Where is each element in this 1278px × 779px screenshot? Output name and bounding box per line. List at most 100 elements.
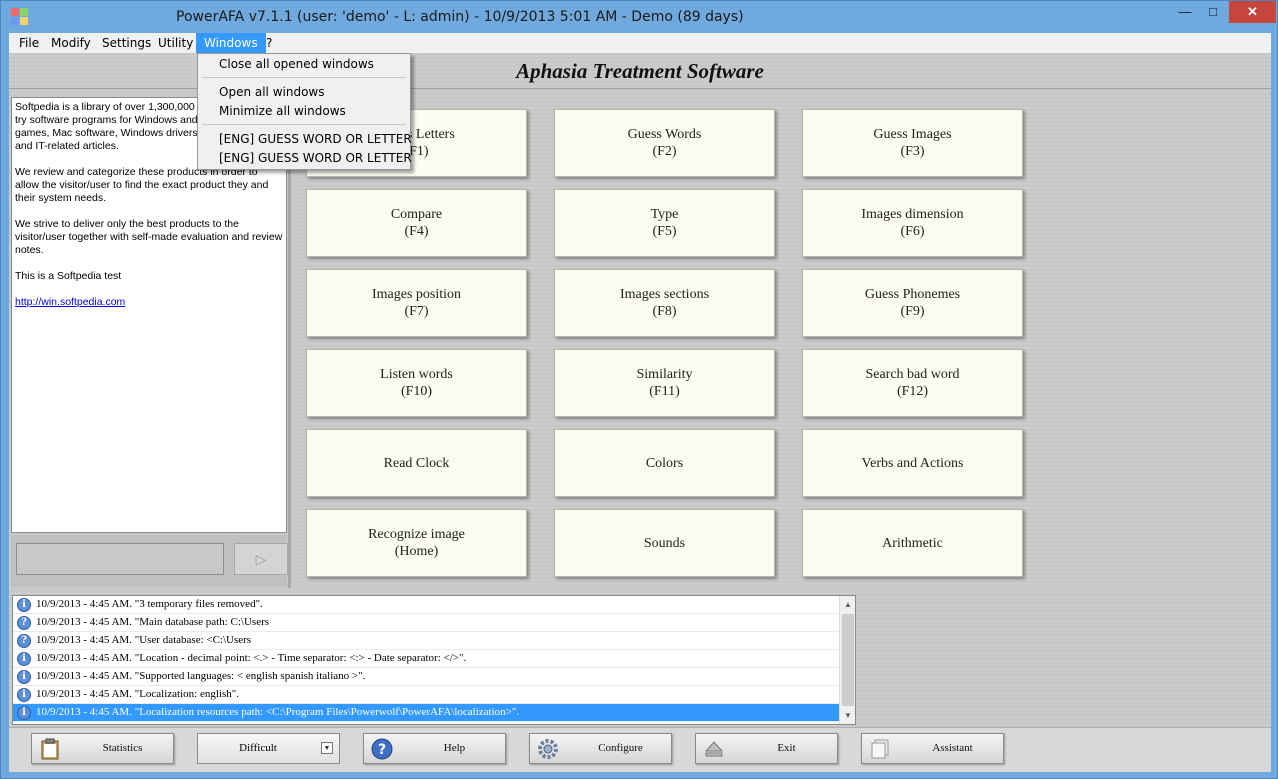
exercise-name: Guess Images bbox=[873, 127, 952, 142]
menu-separator bbox=[202, 77, 406, 78]
configure-button[interactable]: Configure bbox=[529, 733, 672, 764]
assistant-button[interactable]: Assistant bbox=[861, 733, 1004, 764]
exercise-shortcut: (F2) bbox=[652, 144, 677, 159]
assistant-label: Assistant bbox=[932, 742, 973, 754]
log-list[interactable]: i 10/9/2013 - 4:45 AM. "3 temporary files… bbox=[12, 595, 856, 725]
exercise-button[interactable]: Read Clock bbox=[306, 429, 527, 497]
exercise-name: Similarity bbox=[636, 367, 693, 382]
maximize-button[interactable]: □ bbox=[1199, 1, 1227, 23]
menu-open-all-windows[interactable]: Open all windows bbox=[219, 83, 324, 101]
scroll-thumb[interactable] bbox=[842, 614, 854, 706]
log-row[interactable]: i 10/9/2013 - 4:45 AM. "Location - decima… bbox=[13, 650, 839, 668]
exercise-button[interactable]: Images dimension (F6) bbox=[802, 189, 1023, 257]
exercise-shortcut: (F6) bbox=[900, 224, 925, 239]
menu-bar: File Modify Settings Utility Windows ? bbox=[9, 33, 1271, 53]
log-row[interactable]: ? 10/9/2013 - 4:45 AM. "Main database pat… bbox=[13, 614, 839, 632]
log-row[interactable]: i 10/9/2013 - 4:45 AM. "Localization: eng… bbox=[13, 686, 839, 704]
softpedia-link[interactable]: http://win.softpedia.com bbox=[15, 296, 125, 308]
scroll-down-icon[interactable]: ▼ bbox=[840, 707, 855, 724]
svg-text:?: ? bbox=[378, 742, 386, 758]
exercise-button[interactable]: Recognize image (Home) bbox=[306, 509, 527, 577]
exercise-button[interactable]: Arithmetic bbox=[802, 509, 1023, 577]
log-scrollbar[interactable]: ▲ ▼ bbox=[839, 596, 855, 724]
exercise-button[interactable]: Listen words (F10) bbox=[306, 349, 527, 417]
exercise-button[interactable]: Colors bbox=[554, 429, 775, 497]
exercise-button[interactable]: Guess Words (F2) bbox=[554, 109, 775, 177]
info-icon: i bbox=[17, 706, 31, 720]
menu-modify[interactable]: Modify bbox=[43, 33, 99, 53]
question-icon: ? bbox=[17, 616, 31, 630]
exercise-button[interactable]: Sounds bbox=[554, 509, 775, 577]
help-icon: ? bbox=[371, 738, 393, 760]
statistics-label: Statistics bbox=[102, 742, 143, 754]
exercise-name: Images dimension bbox=[861, 207, 964, 222]
log-text: 10/9/2013 - 4:45 AM. "Location - decimal… bbox=[36, 652, 467, 664]
menu-window-entry[interactable]: [ENG] GUESS WORD OR LETTER bbox=[219, 149, 412, 167]
exercise-button[interactable]: Images sections (F8) bbox=[554, 269, 775, 337]
log-row[interactable]: ? 10/9/2013 - 4:45 AM. "User database: <C… bbox=[13, 632, 839, 650]
window-title: PowerAFA v7.1.1 (user: 'demo' - L: admin… bbox=[176, 9, 744, 25]
log-row[interactable]: i 10/9/2013 - 4:45 AM. "3 temporary files… bbox=[13, 596, 839, 614]
menu-utility[interactable]: Utility bbox=[150, 33, 201, 53]
exercise-shortcut: (F3) bbox=[900, 144, 925, 159]
exercise-shortcut: (F9) bbox=[900, 304, 925, 319]
exercise-name: Type bbox=[650, 207, 679, 222]
windows-dropdown-menu: Close all opened windows Open all window… bbox=[197, 53, 412, 170]
menu-window-entry[interactable]: [ENG] GUESS WORD OR LETTER bbox=[219, 130, 412, 148]
chat-input[interactable] bbox=[16, 543, 224, 575]
info-icon: i bbox=[17, 688, 31, 702]
exercise-name: Read Clock bbox=[383, 455, 450, 471]
exercise-shortcut: (F5) bbox=[652, 224, 677, 239]
log-row[interactable]: i 10/9/2013 - 4:45 AM. "Supported languag… bbox=[13, 668, 839, 686]
exercise-button[interactable]: Guess Phonemes (F9) bbox=[802, 269, 1023, 337]
configure-label: Configure bbox=[598, 742, 643, 754]
exercise-button[interactable]: Type (F5) bbox=[554, 189, 775, 257]
menu-separator bbox=[202, 124, 406, 125]
exercise-button[interactable]: Similarity (F11) bbox=[554, 349, 775, 417]
minimize-button[interactable]: — bbox=[1171, 1, 1199, 23]
log-text: 10/9/2013 - 4:45 AM. "User database: <C:… bbox=[36, 634, 252, 646]
log-row[interactable]: i 10/9/2013 - 4:45 AM. "Localization reso… bbox=[13, 704, 839, 722]
exit-label: Exit bbox=[777, 742, 796, 754]
app-icon[interactable] bbox=[11, 8, 28, 25]
close-button[interactable]: ✕ bbox=[1229, 1, 1276, 23]
log-text: 10/9/2013 - 4:45 AM. "3 temporary files … bbox=[36, 598, 263, 610]
scroll-up-icon[interactable]: ▲ bbox=[840, 596, 855, 613]
exercise-name: Arithmetic bbox=[882, 535, 943, 551]
gear-icon bbox=[538, 739, 558, 759]
difficulty-select[interactable]: Difficult ▼ bbox=[197, 733, 340, 764]
info-paragraph-2: We review and categorize these products … bbox=[15, 166, 269, 204]
exercise-name: Guess Words bbox=[627, 127, 702, 142]
exercise-button[interactable]: Compare (F4) bbox=[306, 189, 527, 257]
title-bar[interactable]: PowerAFA v7.1.1 (user: 'demo' - L: admin… bbox=[1, 1, 1277, 33]
exercise-name: Images sections bbox=[619, 287, 710, 302]
exercise-shortcut: (F10) bbox=[400, 384, 433, 399]
exercise-shortcut: (F8) bbox=[652, 304, 677, 319]
log-text: 10/9/2013 - 4:45 AM. "Main database path… bbox=[36, 616, 270, 628]
send-button[interactable]: ▷ bbox=[234, 543, 288, 575]
statistics-button[interactable]: Statistics bbox=[31, 733, 174, 764]
exercise-name: Sounds bbox=[643, 535, 686, 551]
menu-file[interactable]: File bbox=[11, 33, 47, 53]
exercise-name: Listen words bbox=[380, 367, 453, 382]
clipboard-icon bbox=[41, 738, 59, 760]
app-window: PowerAFA v7.1.1 (user: 'demo' - L: admin… bbox=[0, 0, 1278, 779]
exercise-shortcut: (F4) bbox=[404, 224, 429, 239]
exercise-name: Colors bbox=[645, 455, 684, 471]
exit-button[interactable]: Exit bbox=[695, 733, 838, 764]
log-text: 10/9/2013 - 4:45 AM. "Localization resou… bbox=[36, 706, 520, 718]
info-icon: i bbox=[17, 652, 31, 666]
chevron-down-icon[interactable]: ▼ bbox=[321, 742, 333, 754]
exercise-name: Compare bbox=[390, 207, 443, 222]
exercise-button[interactable]: Guess Images (F3) bbox=[802, 109, 1023, 177]
menu-close-all-windows[interactable]: Close all opened windows bbox=[219, 55, 374, 73]
exercise-button[interactable]: Search bad word (F12) bbox=[802, 349, 1023, 417]
exercise-button[interactable]: Images position (F7) bbox=[306, 269, 527, 337]
help-label: Help bbox=[443, 742, 466, 754]
exercise-button[interactable]: Verbs and Actions bbox=[802, 429, 1023, 497]
info-paragraph-3: We strive to deliver only the best produ… bbox=[15, 218, 283, 256]
menu-minimize-all-windows[interactable]: Minimize all windows bbox=[219, 102, 346, 120]
help-button[interactable]: ? Help bbox=[363, 733, 506, 764]
menu-help[interactable]: ? bbox=[258, 33, 280, 53]
menu-windows[interactable]: Windows bbox=[196, 33, 266, 53]
